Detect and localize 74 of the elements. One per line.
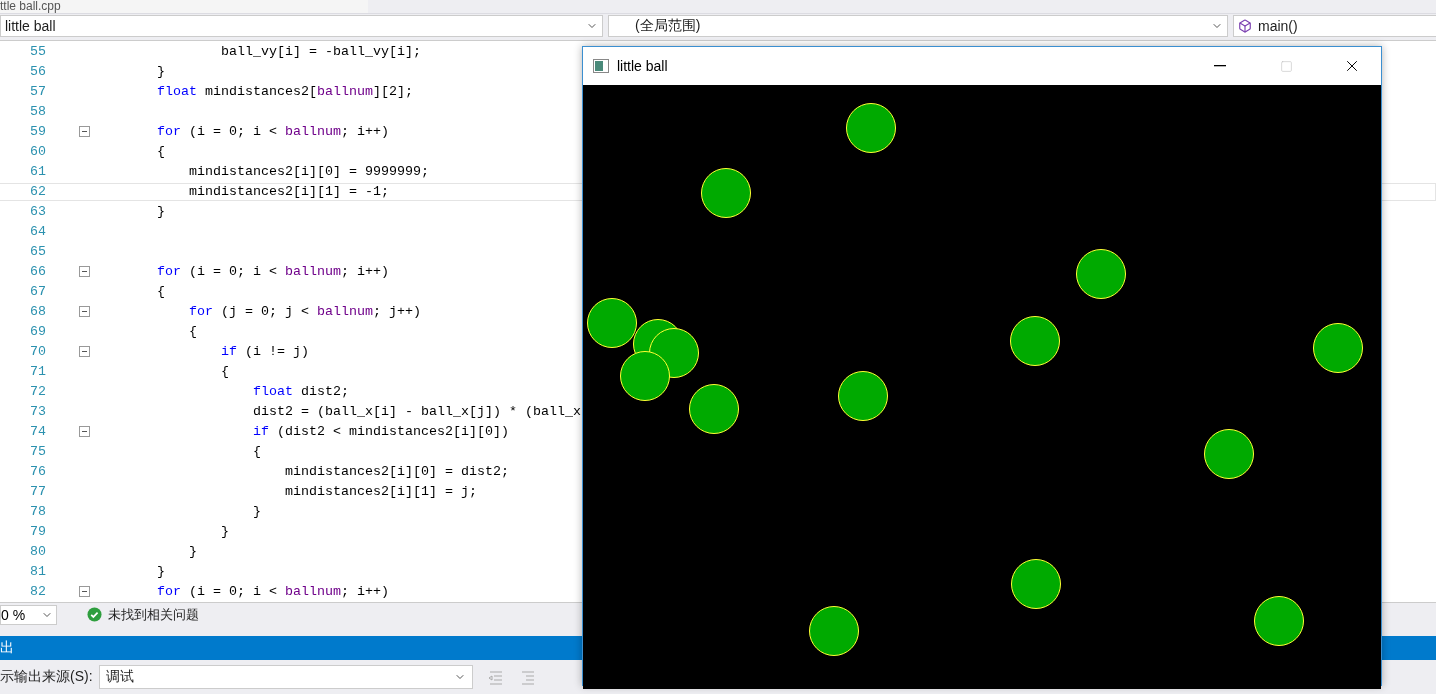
line-number: 75: [29, 444, 46, 460]
source-label: 示输出来源(S):: [0, 668, 93, 687]
collapse-icon[interactable]: [79, 346, 90, 358]
line-number: 57: [29, 84, 46, 100]
line-number: 74: [29, 424, 46, 440]
minimize-icon: [1214, 65, 1226, 67]
check-icon: [87, 607, 102, 623]
line-number: 62: [29, 184, 46, 200]
code-line: {: [219, 363, 229, 380]
code-line: if (dist2 < mindistances2[i][0]): [251, 423, 509, 440]
line-number: 77: [29, 484, 46, 500]
output-panel-title: 出: [0, 638, 14, 657]
line-number: 64: [29, 224, 46, 240]
line-number: 79: [29, 524, 46, 540]
code-line: }: [156, 563, 165, 580]
code-line: for (j = 0; j < ballnum; j++): [187, 303, 421, 320]
line-number: 76: [29, 464, 46, 480]
code-line: mindistances2[i][1] = -1;: [187, 183, 389, 200]
line-number: 70: [29, 344, 46, 360]
code-line: mindistances2[i][1] = j;: [283, 483, 477, 500]
member-dropdown[interactable]: main(): [1233, 15, 1436, 37]
code-line: mindistances2[i][0] = 9999999;: [187, 163, 429, 180]
line-number: 73: [29, 404, 46, 420]
window-title: little ball: [617, 58, 669, 74]
line-number: 55: [29, 44, 46, 60]
line-number: 78: [29, 504, 46, 520]
collapse-icon[interactable]: [79, 426, 90, 438]
line-number: 68: [29, 304, 46, 320]
line-number: 69: [29, 324, 46, 340]
line-number: 71: [29, 364, 46, 380]
collapse-icon[interactable]: [79, 126, 90, 138]
scope-dropdown[interactable]: (全局范围): [608, 15, 1228, 37]
code-line: mindistances2[i][0] = dist2;: [283, 463, 509, 480]
window-icon: [593, 59, 609, 73]
source-dropdown[interactable]: 调试: [98, 665, 473, 690]
line-number: 65: [29, 244, 46, 260]
code-line: {: [156, 143, 165, 160]
code-line: for (i = 0; i < ballnum; i++): [156, 263, 389, 280]
collapse-icon[interactable]: [79, 586, 90, 598]
collapse-icon[interactable]: [79, 266, 90, 278]
line-number: 66: [29, 264, 46, 280]
file-tab[interactable]: ttle ball.cpp: [0, 0, 368, 13]
line-number: 58: [29, 104, 46, 120]
code-line: {: [187, 323, 197, 340]
code-line: }: [251, 503, 261, 520]
line-number: 63: [29, 204, 46, 220]
code-line: float mindistances2[ballnum][2];: [156, 83, 413, 100]
code-line: for (i = 0; i < ballnum; i++): [156, 583, 389, 600]
zoom-dropdown[interactable]: 0 %: [0, 604, 57, 625]
project-dropdown[interactable]: little ball: [0, 15, 603, 37]
line-number: 81: [29, 564, 46, 580]
line-number: 67: [29, 284, 46, 300]
collapse-icon[interactable]: [79, 306, 90, 318]
line-number: 60: [29, 144, 46, 160]
code-line: float dist2;: [251, 383, 349, 400]
line-number: 72: [29, 384, 46, 400]
line-number: 56: [29, 64, 46, 80]
line-number: 80: [29, 544, 46, 560]
code-line: }: [187, 543, 197, 560]
code-line: }: [219, 523, 229, 540]
code-line: }: [156, 63, 165, 80]
code-line: {: [251, 443, 261, 460]
code-line: for (i = 0; i < ballnum; i++): [156, 123, 389, 140]
line-number: 61: [29, 164, 46, 180]
line-number: 59: [29, 124, 46, 140]
code-line: if (i != j): [219, 343, 309, 360]
code-line: dist2 = (ball_x[i] - ball_x[j]) * (ball_x: [251, 403, 581, 420]
maximize-icon: [1279, 59, 1293, 73]
cube-icon: [1238, 19, 1252, 33]
issues-status: 未找到相关问题: [108, 605, 199, 624]
code-line: ball_vy[i] = -ball_vy[i];: [219, 43, 421, 60]
line-number: 82: [29, 584, 46, 600]
code-line: {: [156, 283, 165, 300]
code-line: }: [156, 203, 165, 220]
